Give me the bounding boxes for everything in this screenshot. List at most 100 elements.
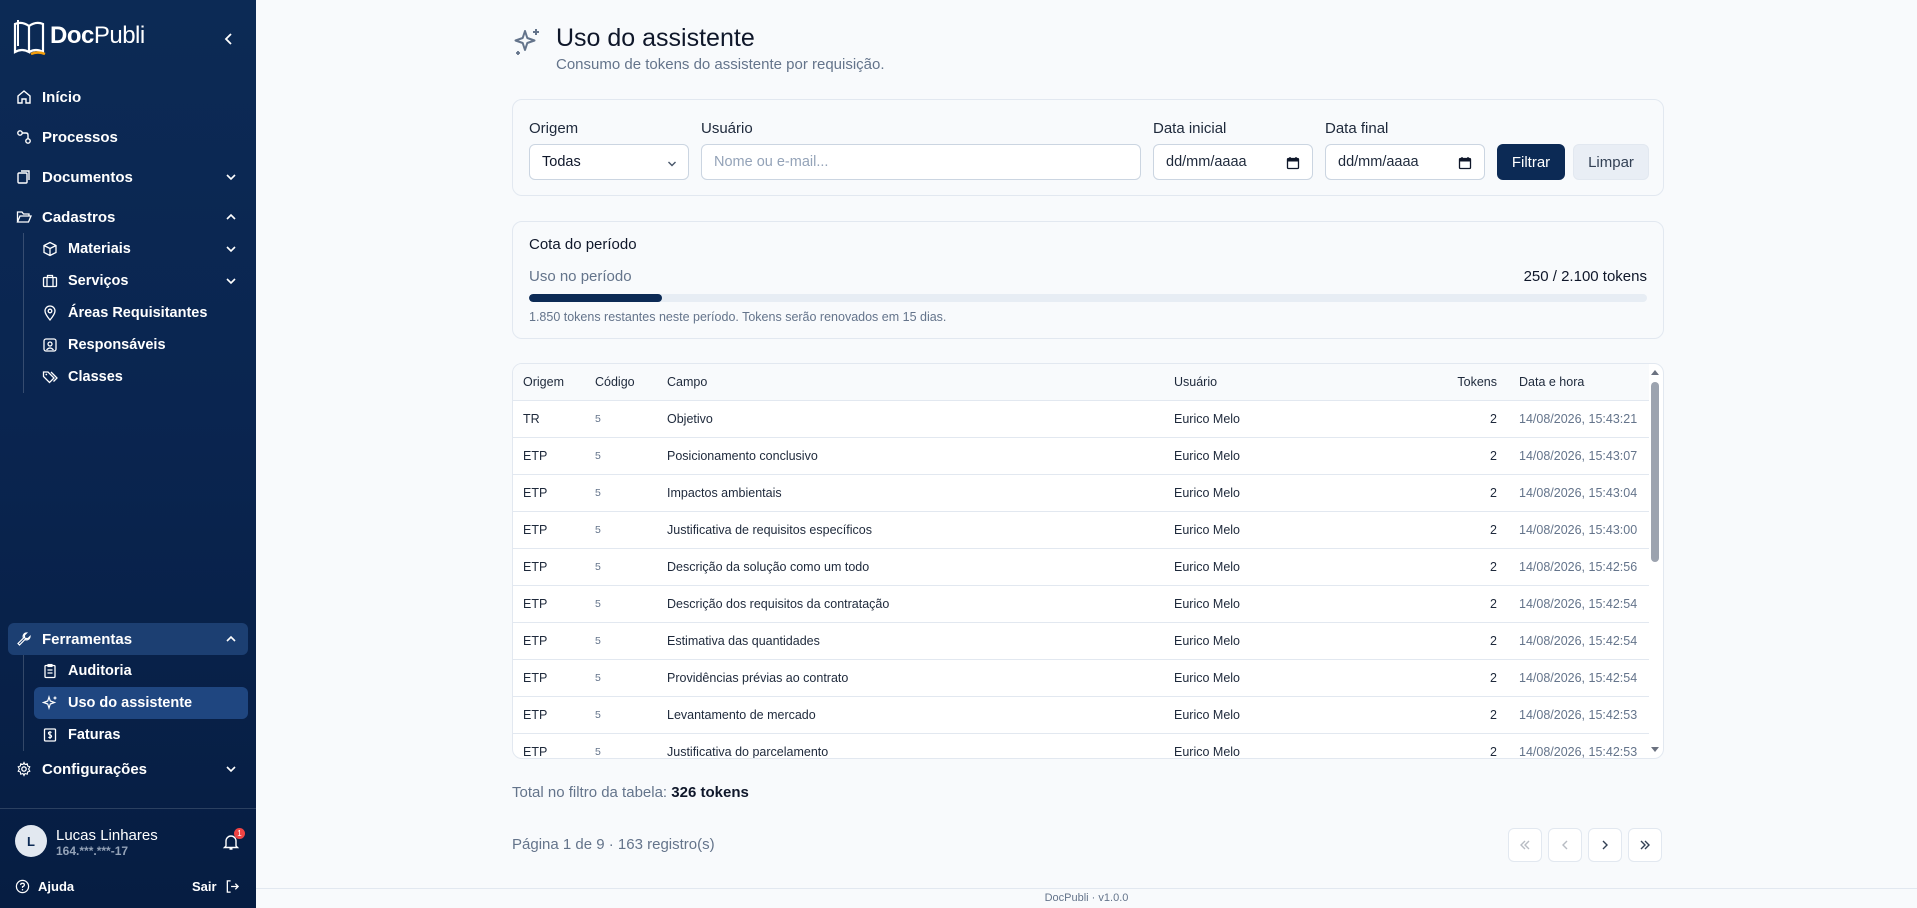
sidebar-item-uso-do-assistente[interactable]: Uso do assistente: [34, 687, 248, 719]
calendar-icon[interactable]: [1286, 156, 1300, 170]
scroll-down-arrow-icon[interactable]: [1650, 746, 1660, 754]
sidebar-item-responsaveis[interactable]: Responsáveis: [34, 329, 248, 361]
cell-data: 14/08/2026, 15:42:54: [1519, 596, 1638, 611]
cell-usuario: Eurico Melo: [1174, 670, 1240, 685]
cell-campo: Impactos ambientais: [667, 485, 782, 500]
table-row[interactable]: ETP 5 Descrição dos requisitos da contrata…: [513, 585, 1649, 622]
sidebar-item-auditoria[interactable]: Auditoria: [34, 655, 248, 687]
chevron-right-icon: [1602, 840, 1608, 850]
clear-button[interactable]: Limpar: [1573, 144, 1649, 180]
book-logo-icon: [13, 20, 46, 56]
column-header-tokens[interactable]: Tokens: [1414, 364, 1509, 400]
sidebar-item-classes[interactable]: Classes: [34, 361, 248, 393]
sidebar-item-label: Cadastros: [42, 208, 116, 226]
cell-codigo: 5: [595, 449, 601, 462]
calendar-icon[interactable]: [1458, 156, 1472, 170]
table-row[interactable]: ETP 5 Justificativa de requisitos específi…: [513, 511, 1649, 548]
sidebar-item-configuracoes[interactable]: Configurações: [8, 753, 248, 785]
usage-table: Origem Código Campo Usuário Tokens Data …: [513, 364, 1649, 759]
briefcase-icon: [42, 273, 58, 289]
column-header-data[interactable]: Data e hora: [1509, 364, 1649, 400]
column-header-codigo[interactable]: Código: [585, 364, 657, 400]
column-header-campo[interactable]: Campo: [657, 364, 1164, 400]
sidebar-item-documentos[interactable]: Documentos: [8, 161, 248, 193]
table-row[interactable]: ETP 5 Levantamento de mercado Eurico Melo 2 1…: [513, 696, 1649, 733]
cell-origem: ETP: [523, 744, 548, 759]
tools-nav: Ferramentas Auditoria Uso do assistente …: [8, 623, 248, 785]
logout-icon: [226, 880, 239, 893]
table-row[interactable]: ETP 5 Providências prévias ao contrato Euri…: [513, 659, 1649, 696]
cell-tokens: 2: [1490, 596, 1497, 611]
chevron-down-icon: [668, 161, 676, 167]
data-final-input[interactable]: dd/mm/aaaa: [1325, 144, 1485, 180]
sidebar-item-label: Uso do assistente: [68, 695, 193, 711]
filter-button[interactable]: Filtrar: [1497, 144, 1565, 180]
chevron-up-icon: [226, 635, 236, 642]
next-page-button[interactable]: [1588, 828, 1622, 862]
quota-usage-value: 250 / 2.100 tokens: [1523, 268, 1647, 285]
usuario-input[interactable]: Nome ou e-mail...: [701, 144, 1141, 180]
table-row[interactable]: ETP 5 Descrição da solução como um todo Eur…: [513, 548, 1649, 585]
app-logo[interactable]: DocPubli: [12, 16, 145, 56]
sidebar-item-label: Configurações: [42, 760, 148, 778]
sidebar-item-ferramentas[interactable]: Ferramentas: [8, 623, 248, 655]
main-nav: Início Processos Documentos Cadastros Ma…: [8, 81, 248, 393]
help-link[interactable]: Ajuda: [15, 879, 74, 894]
quota-panel: Cota do período Uso no período 250 / 2.1…: [512, 221, 1664, 339]
help-circle-icon: [15, 879, 30, 894]
sidebar-item-inicio[interactable]: Início: [8, 81, 248, 113]
cell-tokens: 2: [1490, 707, 1497, 722]
last-page-button[interactable]: [1628, 828, 1662, 862]
table-scrollbar[interactable]: [1649, 366, 1661, 756]
sidebar-item-servicos[interactable]: Serviços: [34, 265, 248, 297]
sidebar-item-faturas[interactable]: Faturas: [34, 719, 248, 751]
cell-usuario: Eurico Melo: [1174, 707, 1240, 722]
column-header-origem[interactable]: Origem: [513, 364, 585, 400]
table-row[interactable]: TR 5 Objetivo Eurico Melo 2 14/08/2026, 15:43…: [513, 400, 1649, 437]
cell-tokens: 2: [1490, 448, 1497, 463]
logout-button[interactable]: Sair: [192, 879, 240, 894]
usage-table-panel: Origem Código Campo Usuário Tokens Data …: [512, 363, 1664, 759]
sidebar-item-label: Auditoria: [68, 663, 132, 679]
previous-page-button[interactable]: [1548, 828, 1582, 862]
data-inicial-input[interactable]: dd/mm/aaaa: [1153, 144, 1313, 180]
user-panel: L Lucas Linhares 164.***.***-17 1 Ajuda …: [0, 808, 256, 894]
table-row[interactable]: ETP 5 Impactos ambientais Eurico Melo 2 14/08…: [513, 474, 1649, 511]
cell-origem: ETP: [523, 633, 548, 648]
avatar[interactable]: L: [15, 825, 47, 857]
ferramentas-submenu: Auditoria Uso do assistente Faturas: [23, 655, 248, 751]
origem-selected-value: Todas: [542, 154, 581, 170]
cell-data: 14/08/2026, 15:42:54: [1519, 633, 1638, 648]
scroll-up-arrow-icon[interactable]: [1650, 368, 1660, 376]
column-header-usuario[interactable]: Usuário: [1164, 364, 1414, 400]
sidebar-item-areas-requisitantes[interactable]: Áreas Requisitantes: [34, 297, 248, 329]
data-final-label: Data final: [1325, 120, 1389, 137]
clipboard-list-icon: [42, 663, 58, 679]
cell-data: 14/08/2026, 15:43:21: [1519, 411, 1638, 426]
cell-campo: Objetivo: [667, 411, 713, 426]
table-row[interactable]: ETP 5 Posicionamento conclusivo Eurico Melo…: [513, 437, 1649, 474]
table-row[interactable]: ETP 5 Estimativa das quantidades Eurico Mel…: [513, 622, 1649, 659]
sidebar-item-label: Materiais: [68, 241, 131, 257]
sidebar-item-materiais[interactable]: Materiais: [34, 233, 248, 265]
cell-campo: Estimativa das quantidades: [667, 633, 820, 648]
scrollbar-thumb[interactable]: [1651, 382, 1659, 562]
table-row[interactable]: ETP 5 Justificativa do parcelamento Eurico …: [513, 733, 1649, 759]
sidebar-item-processos[interactable]: Processos: [8, 121, 248, 153]
user-id: 164.***.***-17: [56, 844, 129, 858]
cell-codigo: 5: [595, 745, 601, 758]
quota-title: Cota do período: [529, 236, 637, 253]
app-footer: DocPubli · v1.0.0: [256, 888, 1917, 908]
tags-icon: [42, 369, 58, 385]
origem-select[interactable]: Todas: [529, 144, 689, 180]
cell-origem: ETP: [523, 670, 548, 685]
cell-usuario: Eurico Melo: [1174, 559, 1240, 574]
sidebar-item-label: Responsáveis: [68, 337, 166, 353]
cell-data: 14/08/2026, 15:42:53: [1519, 744, 1638, 759]
first-page-button[interactable]: [1508, 828, 1542, 862]
sidebar-item-cadastros[interactable]: Cadastros: [8, 201, 248, 233]
collapse-sidebar-icon[interactable]: [220, 30, 238, 48]
main-content: Uso do assistente Consumo de tokens do a…: [256, 0, 1917, 908]
cell-codigo: 5: [595, 671, 601, 684]
user-square-icon: [42, 337, 58, 353]
